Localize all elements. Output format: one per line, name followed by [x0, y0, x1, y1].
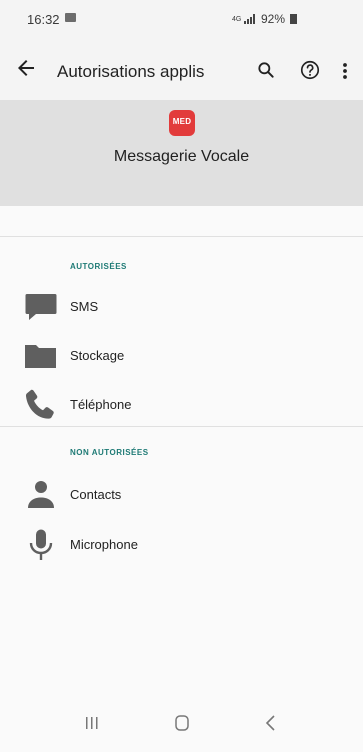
- gallery-notification-icon: [65, 13, 76, 22]
- page-title: Autorisations applis: [57, 62, 205, 81]
- permission-item-microphone[interactable]: Microphone: [0, 516, 363, 564]
- phone-icon: [25, 389, 54, 419]
- permission-label: Stockage: [70, 348, 125, 363]
- status-right: 4G 92%: [232, 12, 298, 26]
- permission-item-contacts[interactable]: Contacts: [0, 466, 363, 514]
- app-icon: MED: [169, 110, 195, 136]
- status-time: 16:32: [27, 12, 60, 27]
- navigation-bar: [0, 702, 363, 752]
- app-bar: Autorisations applis: [0, 38, 363, 100]
- section-title-allowed: AUTORISÉES: [70, 262, 127, 271]
- back-arrow-icon[interactable]: [14, 56, 38, 80]
- search-icon[interactable]: [256, 60, 276, 80]
- permission-label: Contacts: [70, 487, 122, 502]
- divider: [0, 236, 363, 237]
- recent-apps-icon[interactable]: [77, 712, 107, 734]
- more-options-icon[interactable]: [338, 60, 352, 82]
- back-nav-icon[interactable]: [256, 712, 286, 734]
- person-icon: [28, 481, 54, 508]
- app-name: Messagerie Vocale: [113, 148, 250, 165]
- app-icon-text: MED: [172, 117, 192, 126]
- battery-icon: [290, 14, 298, 24]
- battery-percent: 92%: [261, 12, 286, 26]
- permission-item-storage[interactable]: Stockage: [0, 327, 363, 375]
- home-icon[interactable]: [167, 712, 197, 734]
- permission-label: Microphone: [70, 537, 138, 552]
- app-header: MED Messagerie Vocale: [0, 100, 363, 206]
- signal-icon: [244, 14, 255, 24]
- network-label: 4G: [232, 15, 242, 23]
- folder-icon: [25, 345, 56, 368]
- permission-label: SMS: [70, 299, 99, 314]
- permission-item-sms[interactable]: SMS: [0, 278, 363, 326]
- status-bar: 16:32 4G 92%: [0, 0, 363, 38]
- permission-label: Téléphone: [70, 397, 132, 412]
- microphone-icon: [29, 529, 53, 560]
- divider: [0, 426, 363, 427]
- permission-item-phone[interactable]: Téléphone: [0, 376, 363, 424]
- section-title-denied: NON AUTORISÉES: [70, 448, 149, 457]
- help-icon[interactable]: [299, 59, 321, 81]
- message-icon: [25, 294, 57, 320]
